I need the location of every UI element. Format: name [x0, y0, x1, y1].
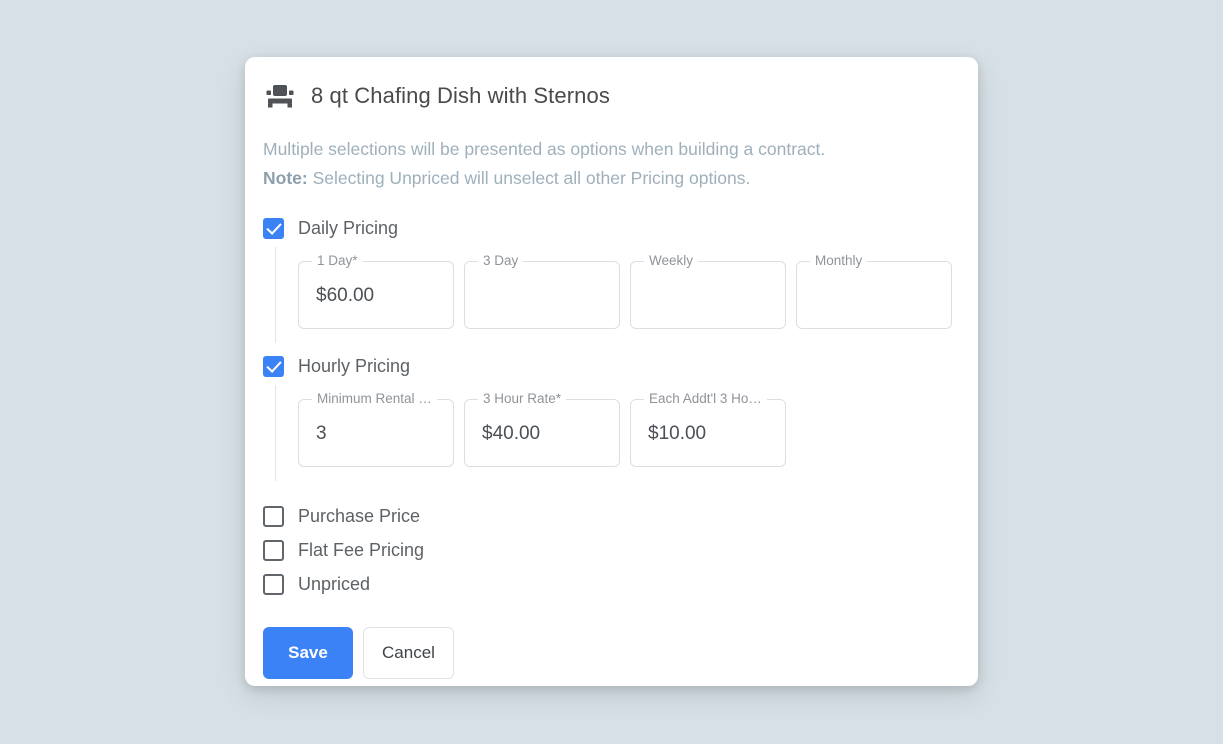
field-label: Each Addt'l 3 Ho…	[644, 390, 767, 408]
save-button[interactable]: Save	[263, 627, 353, 679]
field-1-day[interactable]: 1 Day* $60.00	[298, 252, 454, 329]
description-note: Note: Selecting Unpriced will unselect a…	[263, 164, 978, 193]
note-label: Note:	[263, 168, 308, 188]
pricing-dialog: 8 qt Chafing Dish with Sternos Multiple …	[245, 57, 978, 686]
dialog-header: 8 qt Chafing Dish with Sternos	[245, 57, 978, 113]
field-3-hour-rate[interactable]: 3 Hour Rate* $40.00	[464, 390, 620, 467]
field-outline	[464, 261, 620, 329]
daily-pricing-fields: 1 Day* $60.00 3 Day Weekly Monthly	[275, 247, 978, 343]
field-minimum-rental[interactable]: Minimum Rental … 3	[298, 390, 454, 467]
field-3-day[interactable]: 3 Day	[464, 252, 620, 329]
field-monthly[interactable]: Monthly	[796, 252, 952, 329]
field-label: 3 Hour Rate*	[478, 390, 567, 408]
other-pricing-options: Purchase Price Flat Fee Pricing Unpriced	[245, 499, 978, 601]
field-outline	[630, 261, 786, 329]
field-label: 3 Day	[478, 252, 524, 270]
dialog-actions: Save Cancel	[245, 627, 978, 679]
unpriced-label: Unpriced	[298, 574, 371, 594]
flat-fee-pricing-label: Flat Fee Pricing	[298, 540, 425, 560]
hourly-pricing-fields: Minimum Rental … 3 3 Hour Rate* $40.00 E…	[275, 385, 978, 481]
field-value: $40.00	[482, 423, 541, 444]
field-label: 1 Day*	[312, 252, 363, 270]
daily-pricing-row[interactable]: Daily Pricing	[245, 211, 978, 245]
unpriced-row[interactable]: Unpriced	[245, 567, 978, 601]
daily-pricing-checkbox[interactable]	[263, 217, 284, 239]
daily-pricing-label: Daily Pricing	[298, 218, 399, 238]
field-value: $10.00	[648, 423, 707, 444]
flat-fee-pricing-checkbox[interactable]	[263, 539, 284, 561]
purchase-price-checkbox[interactable]	[263, 505, 284, 527]
hourly-pricing-checkbox[interactable]	[263, 355, 284, 377]
purchase-price-row[interactable]: Purchase Price	[245, 499, 978, 533]
field-each-additional-3-hours[interactable]: Each Addt'l 3 Ho… $10.00	[630, 390, 786, 467]
flat-fee-pricing-row[interactable]: Flat Fee Pricing	[245, 533, 978, 567]
purchase-price-label: Purchase Price	[298, 506, 421, 526]
field-outline	[796, 261, 952, 329]
note-text: Selecting Unpriced will unselect all oth…	[307, 168, 751, 188]
unpriced-checkbox[interactable]	[263, 573, 284, 595]
field-label: Monthly	[810, 252, 868, 270]
field-weekly[interactable]: Weekly	[630, 252, 786, 329]
hourly-pricing-row[interactable]: Hourly Pricing	[245, 349, 978, 383]
page-title: 8 qt Chafing Dish with Sternos	[311, 83, 610, 108]
hourly-pricing-label: Hourly Pricing	[298, 356, 411, 376]
description-line-1: Multiple selections will be presented as…	[263, 139, 826, 159]
field-label: Minimum Rental …	[312, 390, 437, 408]
dialog-description: Multiple selections will be presented as…	[245, 113, 978, 193]
field-value: $60.00	[316, 285, 375, 306]
cancel-button[interactable]: Cancel	[363, 627, 454, 679]
field-label: Weekly	[644, 252, 699, 270]
field-value: 3	[316, 423, 327, 444]
chafing-dish-icon	[266, 85, 294, 108]
